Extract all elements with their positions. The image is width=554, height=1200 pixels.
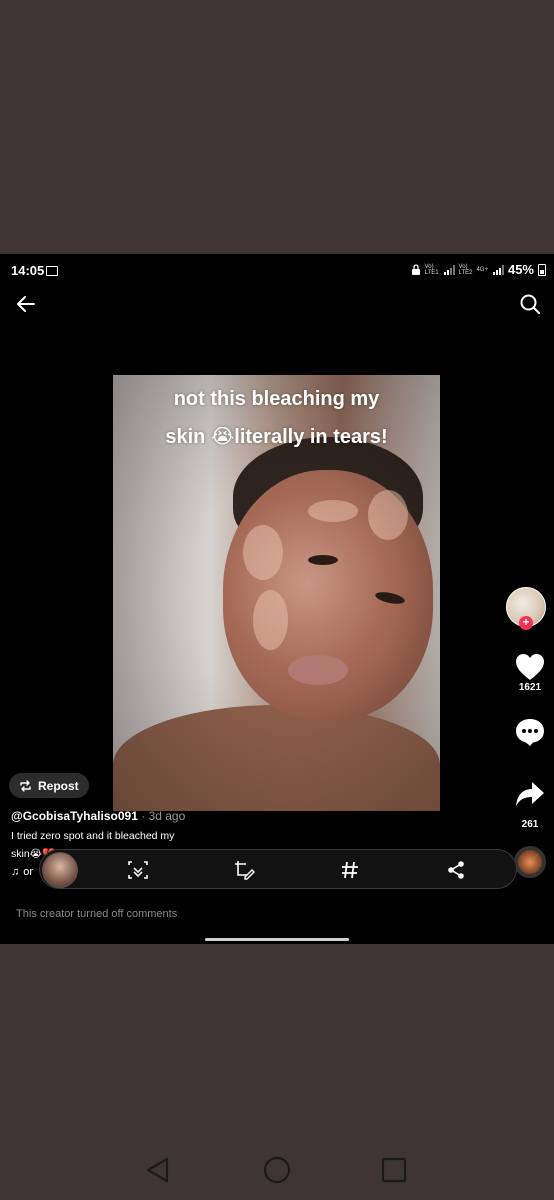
battery-level: 45% <box>507 262 534 277</box>
post-description-line1: I tried zero spot and it bleached my <box>11 830 175 842</box>
sim2-label: Vo) LTE2 <box>458 263 473 276</box>
repost-button[interactable]: Repost <box>9 773 89 798</box>
follow-plus-icon[interactable]: + <box>519 616 533 630</box>
creator-avatar-button[interactable]: + <box>506 587 546 630</box>
repost-icon <box>20 779 31 792</box>
status-indicators: Vo) LTE1 Vo) LTE2 4G+ 45% <box>411 262 546 277</box>
share-nodes-icon[interactable] <box>445 859 467 881</box>
nav-back-icon[interactable] <box>143 1155 173 1185</box>
app-screen: 14:05 Vo) LTE1 Vo) LTE2 4G+ 45% not this… <box>0 254 554 944</box>
post-author[interactable]: @GcobisaTyhaliso091 · 3d ago <box>11 809 185 823</box>
hashtag-icon[interactable] <box>339 859 361 881</box>
post-age: · 3d ago <box>137 809 186 823</box>
back-arrow-icon[interactable] <box>14 292 38 316</box>
battery-icon <box>538 263 546 276</box>
share-count: 261 <box>521 819 539 830</box>
gallery-notification-icon <box>46 266 58 276</box>
heart-icon[interactable] <box>514 652 546 682</box>
share-button[interactable]: 261 <box>514 779 546 830</box>
status-time: 14:05 <box>11 263 45 278</box>
screenshot-thumbnail[interactable] <box>42 852 78 888</box>
repost-label: Repost <box>38 778 79 793</box>
scroll-capture-icon[interactable] <box>127 859 149 881</box>
sim1-label: Vo) LTE1 <box>424 263 439 276</box>
share-arrow-icon[interactable] <box>514 779 546 809</box>
comment-bubble-icon[interactable] <box>514 716 546 748</box>
username[interactable]: @GcobisaTyhaliso091 <box>11 809 138 823</box>
signal-icon <box>443 264 455 275</box>
signal-icon <box>492 264 504 275</box>
music-disc-icon[interactable] <box>514 846 546 878</box>
nav-recents-icon[interactable] <box>379 1155 409 1185</box>
comment-button[interactable] <box>514 716 546 748</box>
comments-disabled-notice: This creator turned off comments <box>16 908 178 920</box>
nav-home-icon[interactable] <box>262 1155 292 1185</box>
like-button[interactable]: 1621 <box>514 652 546 693</box>
lock-icon <box>411 264 420 275</box>
music-info[interactable]: ♫ or <box>11 866 33 878</box>
home-indicator[interactable] <box>205 938 349 941</box>
network-type: 4G+ <box>476 266 488 273</box>
search-icon[interactable] <box>518 292 542 316</box>
video-caption-line2: skin 😭literally in tears! <box>165 426 388 448</box>
video-player[interactable]: not this bleaching my skin 😭literally in… <box>113 375 440 811</box>
avatar[interactable]: + <box>506 587 546 630</box>
video-caption-line1: not this bleaching my <box>173 388 380 410</box>
floating-toolbar <box>39 849 517 889</box>
like-count: 1621 <box>518 682 542 693</box>
music-title: or <box>23 866 34 878</box>
crop-edit-icon[interactable] <box>233 859 255 881</box>
music-note-icon: ♫ <box>11 866 20 878</box>
